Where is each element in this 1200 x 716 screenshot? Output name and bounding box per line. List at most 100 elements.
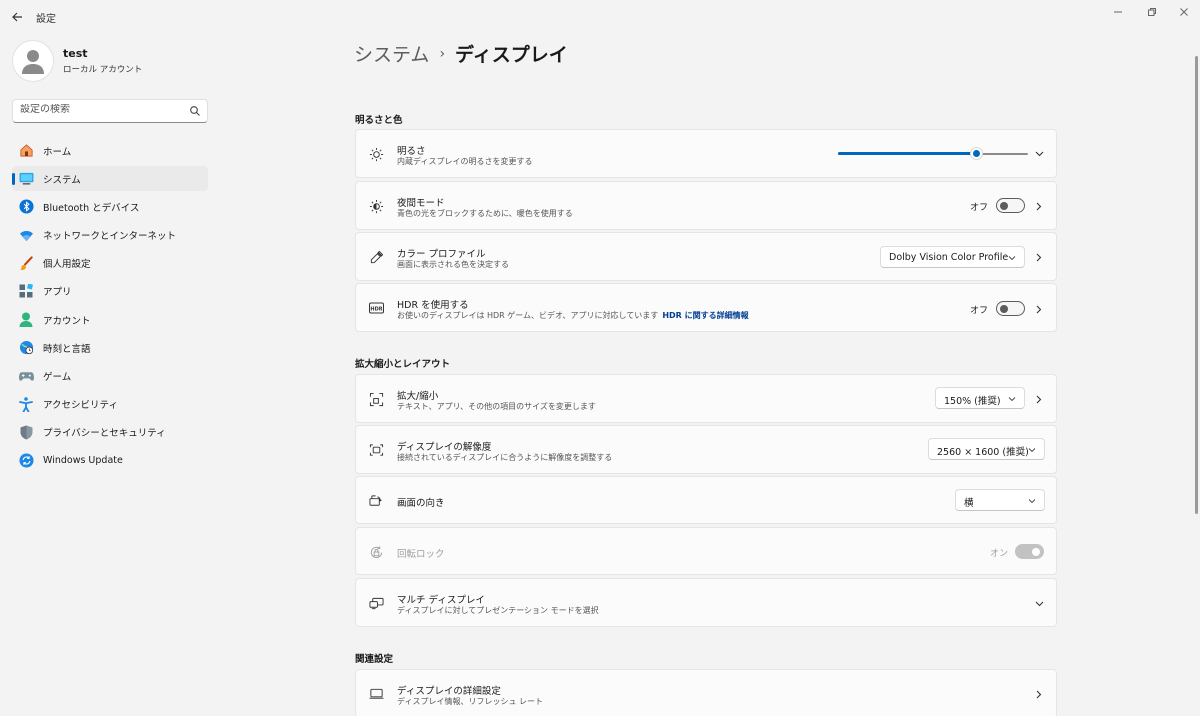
night-mode-title: 夜間モード [397,198,445,209]
sidebar-item-time-language[interactable]: 時刻と言語 [12,335,208,360]
chevron-right-icon[interactable] [1034,394,1044,404]
system-icon [18,171,34,187]
toggle-knob [1032,548,1040,556]
sidebar-item-windows-update[interactable]: Windows Update [12,448,208,473]
resolution-card[interactable]: ディスプレイの解像度 接続されているディスプレイに合うように解像度を調整する 2… [355,425,1057,474]
chevron-right-icon[interactable] [1034,304,1044,314]
restore-button[interactable] [1137,2,1167,22]
night-mode-toggle[interactable] [996,198,1025,213]
brightness-slider[interactable] [838,147,1028,160]
section-title-brightness-color: 明るさと色 [355,115,403,126]
dropdown-value: 横 [964,498,974,509]
orientation-card[interactable]: 画面の向き 横 [355,476,1057,524]
user-profile[interactable]: test ローカル アカウント [12,40,142,82]
color-profile-dropdown[interactable]: Dolby Vision Color Profile [880,246,1025,268]
slider-fill [838,152,977,155]
color-profile-title: カラー プロファイル [397,249,486,260]
multi-display-card[interactable]: マルチ ディスプレイ ディスプレイに対してプレゼンテーション モードを選択 [355,578,1057,627]
sidebar-item-label: システム [43,174,81,186]
color-profile-subtitle: 画面に表示される色を決定する [397,260,509,269]
profile-name: test [63,47,88,60]
brush-icon [18,255,34,271]
sidebar-item-gaming[interactable]: ゲーム [12,364,208,389]
globe-clock-icon [18,340,34,356]
avatar [12,40,54,82]
scale-title: 拡大/縮小 [397,391,439,402]
resolution-subtitle: 接続されているディスプレイに合うように解像度を調整する [397,453,613,462]
sidebar-item-home[interactable]: ホーム [12,138,208,163]
breadcrumb-separator: › [439,45,446,62]
sidebar-item-personalization[interactable]: 個人用設定 [12,251,208,276]
night-mode-card[interactable]: 夜間モード 青色の光をブロックするために、暖色を使用する オフ [355,181,1057,230]
sidebar-item-system[interactable]: システム [12,166,208,192]
sidebar-item-label: Bluetooth とデバイス [43,202,140,214]
advanced-display-subtitle: ディスプレイ情報、リフレッシュ レート [397,697,543,706]
bluetooth-icon [18,199,34,215]
monitor-icon [368,686,384,702]
update-icon [18,453,34,469]
sidebar-item-network[interactable]: ネットワークとインターネット [12,223,208,248]
selection-indicator [12,173,15,186]
multi-display-subtitle: ディスプレイに対してプレゼンテーション モードを選択 [397,606,599,615]
rotation-lock-icon [368,544,384,560]
sidebar-item-label: ゲーム [43,372,72,383]
orientation-dropdown[interactable]: 横 [955,489,1045,511]
search-input[interactable] [20,104,188,115]
search-icon[interactable] [189,105,201,117]
sidebar-nav: ホーム システム Bluetooth とデバイス ネットワークとインターネット … [12,138,208,476]
rotation-lock-title: 回転ロック [397,549,445,560]
resolution-dropdown[interactable]: 2560 × 1600 (推奨) [928,438,1045,460]
chevron-down-icon[interactable] [1034,599,1044,609]
shield-icon [18,424,34,440]
scale-card[interactable]: 拡大/縮小 テキスト、アプリ、その他の項目のサイズを変更します 150% (推奨… [355,374,1057,423]
hdr-card[interactable]: HDR HDR を使用する お使いのディスプレイは HDR ゲーム、ビデオ、アプ… [355,283,1057,332]
hdr-learn-more-link[interactable]: HDR に関する詳細情報 [662,311,748,320]
sidebar-item-label: 時刻と言語 [43,343,91,355]
sidebar-item-label: 個人用設定 [43,259,91,271]
back-button[interactable] [6,6,28,28]
scrollbar[interactable] [1195,56,1198,514]
sidebar-item-label: ホーム [43,146,72,158]
advanced-display-card[interactable]: ディスプレイの詳細設定 ディスプレイ情報、リフレッシュ レート [355,669,1057,716]
scale-dropdown[interactable]: 150% (推奨) [935,387,1025,409]
sidebar-item-accounts[interactable]: アカウント [12,307,208,332]
night-mode-subtitle: 青色の光をブロックするために、暖色を使用する [397,209,573,218]
sidebar-item-accessibility[interactable]: アクセシビリティ [12,392,208,417]
rotation-lock-toggle [1015,544,1044,559]
sidebar-item-apps[interactable]: アプリ [12,279,208,304]
hdr-subtitle: お使いのディスプレイは HDR ゲーム、ビデオ、アプリに対応しています [397,311,659,320]
breadcrumb-parent[interactable]: システム [354,40,429,67]
chevron-right-icon[interactable] [1034,252,1044,262]
hdr-toggle[interactable] [996,301,1025,316]
sidebar-item-label: アクセシビリティ [43,400,118,412]
slider-thumb[interactable] [970,147,983,160]
night-mode-state: オフ [969,203,988,213]
minimize-icon [1114,11,1122,13]
hdr-icon: HDR [368,300,384,316]
sidebar-item-label: プライバシーとセキュリティ [43,428,166,440]
breadcrumb: システム › ディスプレイ [354,40,568,67]
brightness-card[interactable]: 明るさ 内蔵ディスプレイの明るさを変更する [355,129,1057,178]
resolution-title: ディスプレイの解像度 [397,442,492,453]
rotation-lock-state: オン [989,549,1008,559]
minimize-button[interactable] [1103,2,1133,22]
rotation-lock-card: 回転ロック オン [355,527,1057,575]
back-arrow-icon [12,12,22,22]
section-title-related: 関連設定 [355,654,394,665]
hdr-subtitle-line: お使いのディスプレイは HDR ゲーム、ビデオ、アプリに対応しています HDR に… [397,310,749,321]
chevron-down-icon[interactable] [1034,149,1044,159]
orientation-icon [368,493,384,509]
wifi-icon [18,227,34,243]
chevron-down-icon [1028,499,1036,504]
sidebar-item-bluetooth[interactable]: Bluetooth とデバイス [12,194,208,219]
chevron-right-icon[interactable] [1034,689,1044,699]
search-box[interactable] [12,99,208,123]
hdr-title: HDR を使用する [397,300,469,311]
chevron-right-icon[interactable] [1034,201,1044,211]
close-button[interactable] [1169,2,1199,22]
color-profile-card[interactable]: カラー プロファイル 画面に表示される色を決定する Dolby Vision C… [355,232,1057,281]
dropdown-value: Dolby Vision Color Profile [889,252,1009,263]
sidebar-item-label: ネットワークとインターネット [43,231,177,243]
scale-subtitle: テキスト、アプリ、その他の項目のサイズを変更します [397,402,596,411]
sidebar-item-privacy[interactable]: プライバシーとセキュリティ [12,420,208,445]
